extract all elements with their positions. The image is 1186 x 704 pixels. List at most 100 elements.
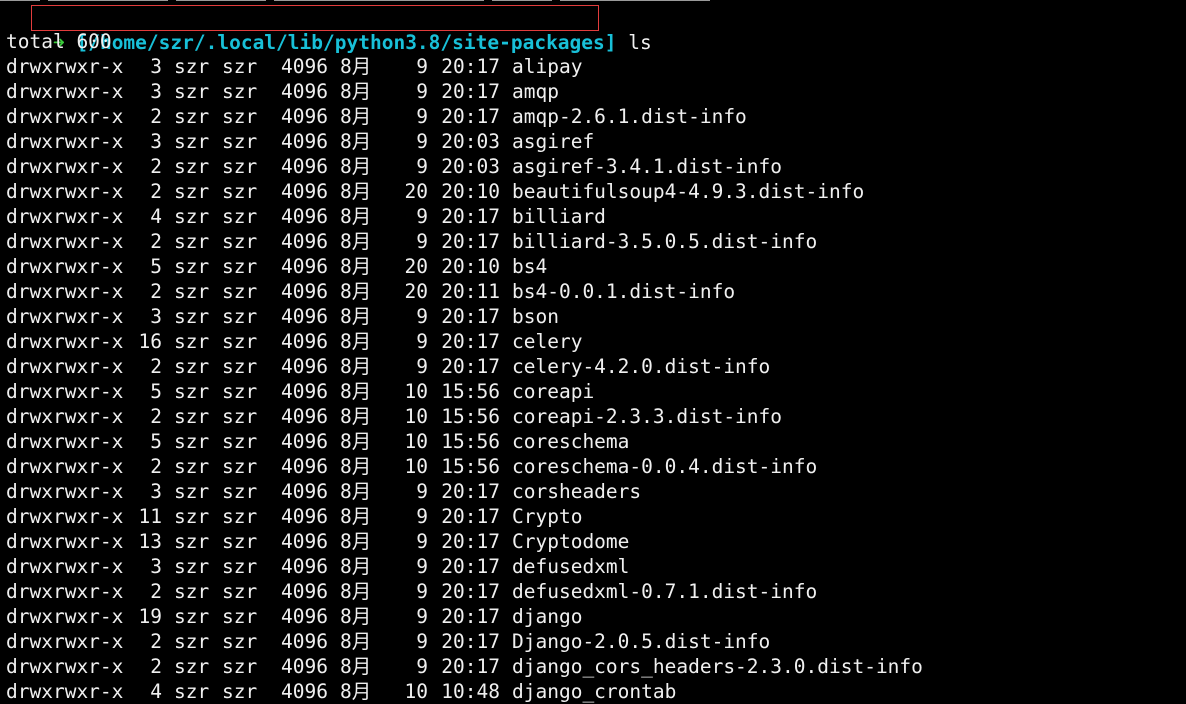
time: 20:17 [441, 80, 500, 103]
month: 8月 [340, 330, 372, 353]
link-count: 2 [150, 455, 162, 478]
list-item: drwxrwxr-x 13 szr szr 4096 8月 9 20:17 Cryptodome [6, 529, 629, 554]
file-size: 4096 [281, 530, 328, 553]
time: 15:56 [441, 405, 500, 428]
permissions: drwxrwxr-x [6, 80, 124, 103]
owner: szr [174, 155, 210, 178]
link-count: 3 [150, 480, 162, 503]
file-size: 4096 [281, 455, 328, 478]
time: 20:17 [441, 555, 500, 578]
group: szr [222, 180, 258, 203]
file-name: billiard [512, 205, 606, 228]
group: szr [222, 105, 258, 128]
list-item: drwxrwxr-x 3 szr szr 4096 8月 9 20:17 alipay [6, 54, 582, 79]
file-name: bs4 [512, 255, 548, 278]
file-name: Django-2.0.5.dist-info [512, 630, 771, 653]
day: 9 [416, 605, 428, 628]
link-count: 19 [138, 605, 162, 628]
day: 10 [404, 455, 428, 478]
list-item: drwxrwxr-x 11 szr szr 4096 8月 9 20:17 Crypto [6, 504, 582, 529]
file-name: django_crontab [512, 680, 677, 703]
time: 20:17 [441, 105, 500, 128]
permissions: drwxrwxr-x [6, 180, 124, 203]
list-item: drwxrwxr-x 5 szr szr 4096 8月 10 15:56 coreapi [6, 379, 594, 404]
list-item: drwxrwxr-x 2 szr szr 4096 8月 9 20:17 Django-2.0.… [6, 629, 770, 654]
day: 10 [404, 380, 428, 403]
list-item: drwxrwxr-x 3 szr szr 4096 8月 9 20:17 bson [6, 304, 559, 329]
day: 9 [416, 55, 428, 78]
file-name: amqp-2.6.1.dist-info [512, 105, 747, 128]
file-size: 4096 [281, 280, 328, 303]
file-size: 4096 [281, 380, 328, 403]
time: 15:56 [441, 430, 500, 453]
total-line: total 600 [6, 30, 112, 53]
month: 8月 [340, 55, 372, 78]
file-size: 4096 [281, 130, 328, 153]
day: 9 [416, 130, 428, 153]
time: 20:03 [441, 130, 500, 153]
day: 9 [416, 555, 428, 578]
month: 8月 [340, 455, 372, 478]
list-item: drwxrwxr-x 16 szr szr 4096 8月 9 20:17 celery [6, 329, 582, 354]
time: 20:17 [441, 505, 500, 528]
owner: szr [174, 80, 210, 103]
file-size: 4096 [281, 180, 328, 203]
group: szr [222, 555, 258, 578]
permissions: drwxrwxr-x [6, 680, 124, 703]
month: 8月 [340, 305, 372, 328]
month: 8月 [340, 430, 372, 453]
group: szr [222, 480, 258, 503]
owner: szr [174, 205, 210, 228]
time: 20:17 [441, 580, 500, 603]
file-name: corsheaders [512, 480, 642, 503]
group: szr [222, 230, 258, 253]
group: szr [222, 155, 258, 178]
permissions: drwxrwxr-x [6, 605, 124, 628]
link-count: 3 [150, 55, 162, 78]
file-name: coreapi [512, 380, 595, 403]
file-name: coreschema [512, 430, 630, 453]
day: 9 [416, 480, 428, 503]
link-count: 2 [150, 580, 162, 603]
owner: szr [174, 530, 210, 553]
list-item: drwxrwxr-x 2 szr szr 4096 8月 20 20:11 bs4-0.0.1.… [6, 279, 735, 304]
month: 8月 [340, 655, 372, 678]
link-count: 2 [150, 655, 162, 678]
time: 15:56 [441, 380, 500, 403]
permissions: drwxrwxr-x [6, 55, 124, 78]
month: 8月 [340, 80, 372, 103]
group: szr [222, 455, 258, 478]
day: 9 [416, 580, 428, 603]
owner: szr [174, 130, 210, 153]
group: szr [222, 580, 258, 603]
time: 20:17 [441, 355, 500, 378]
group: szr [222, 680, 258, 703]
prompt-line: ➜ [/home/szr/.local/lib/python3.8/site-p… [6, 5, 652, 54]
time: 20:10 [441, 180, 500, 203]
group: szr [222, 655, 258, 678]
file-name: bs4-0.0.1.dist-info [512, 280, 736, 303]
group: szr [222, 80, 258, 103]
file-name: asgiref [512, 130, 595, 153]
link-count: 5 [150, 430, 162, 453]
file-size: 4096 [281, 680, 328, 703]
permissions: drwxrwxr-x [6, 130, 124, 153]
month: 8月 [340, 405, 372, 428]
file-name: Crypto [512, 505, 583, 528]
permissions: drwxrwxr-x [6, 305, 124, 328]
owner: szr [174, 305, 210, 328]
permissions: drwxrwxr-x [6, 155, 124, 178]
time: 20:17 [441, 55, 500, 78]
link-count: 13 [138, 530, 162, 553]
terminal-window[interactable]: ➜ [/home/szr/.local/lib/python3.8/site-p… [0, 0, 1186, 704]
permissions: drwxrwxr-x [6, 280, 124, 303]
day: 9 [416, 80, 428, 103]
month: 8月 [340, 105, 372, 128]
owner: szr [174, 105, 210, 128]
month: 8月 [340, 155, 372, 178]
time: 20:17 [441, 530, 500, 553]
time: 20:17 [441, 605, 500, 628]
owner: szr [174, 505, 210, 528]
owner: szr [174, 455, 210, 478]
permissions: drwxrwxr-x [6, 230, 124, 253]
